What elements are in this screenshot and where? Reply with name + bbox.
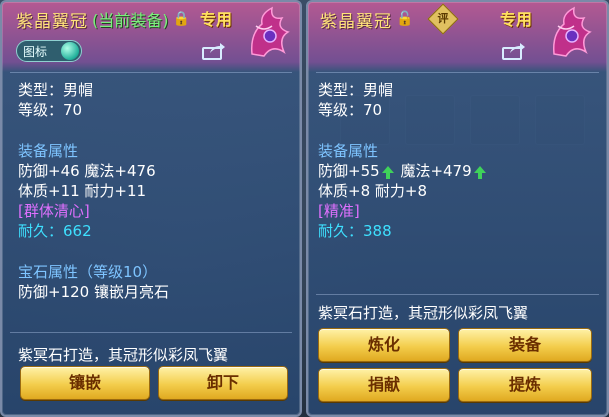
gem-line: 防御+120 镶嵌月亮石 xyxy=(18,283,169,301)
appraise-badge-text: 评 xyxy=(437,12,449,25)
attr-line: 体质+11 耐力+11 xyxy=(18,182,147,200)
item-title: 紫晶翼冠 xyxy=(320,11,392,32)
appraise-badge-icon[interactable]: 评 xyxy=(427,3,459,35)
item-stats: 类型：男帽 等级：70 xyxy=(318,80,393,120)
increase-arrow-icon xyxy=(381,166,394,179)
exclusive-label: 专用 xyxy=(500,10,533,29)
toggle-label: 图标 xyxy=(23,44,48,59)
equip-button[interactable]: 装备 xyxy=(458,328,592,362)
inlay-button[interactable]: 镶嵌 xyxy=(20,366,150,400)
icon-toggle[interactable]: 图标 xyxy=(16,40,82,62)
magic-value: 魔法+479 xyxy=(400,162,472,180)
item-title: 紫晶翼冠 xyxy=(16,11,88,32)
equip-attr-header: 装备属性 xyxy=(18,142,79,160)
attr-line: 防御+55 魔法+479 xyxy=(318,161,488,181)
lock-icon: 🔒 xyxy=(172,11,190,27)
current-equipped-note: (当前装备) xyxy=(92,11,169,30)
item-description: 紫冥石打造，其冠形似彩凤飞翼 xyxy=(318,304,529,322)
divider xyxy=(316,294,599,295)
equip-attributes: 装备属性 防御+55 魔法+479 体质+8 耐力+8 [精准] 耐久：388 xyxy=(318,141,488,241)
type-line: 类型：男帽 xyxy=(318,81,394,99)
refine-button[interactable]: 炼化 xyxy=(318,328,450,362)
divider xyxy=(316,72,599,73)
durability-line: 耐久：388 xyxy=(318,222,392,240)
unequip-button[interactable]: 卸下 xyxy=(158,366,288,400)
attr-line: 防御+46 魔法+476 xyxy=(18,162,156,180)
defense-value: 防御+55 xyxy=(318,162,380,180)
winged-crown-icon xyxy=(552,6,592,57)
compare-item-tooltip: 紫晶翼冠 🔓 评 专用 类型：男帽 等级：70 装备属性 防御+55 魔法+47… xyxy=(306,0,609,417)
toggle-knob xyxy=(61,42,79,60)
special-skill: [群体清心] xyxy=(18,202,90,220)
share-icon[interactable] xyxy=(502,42,526,60)
exclusive-label: 专用 xyxy=(200,10,233,29)
share-icon[interactable] xyxy=(202,42,226,60)
winged-crown-icon xyxy=(250,6,290,57)
level-line: 等级：70 xyxy=(318,101,383,119)
title-row: 紫晶翼冠 (当前装备) 🔒 xyxy=(16,8,190,32)
level-line: 等级：70 xyxy=(18,101,83,119)
special-skill: [精准] xyxy=(318,202,360,220)
divider xyxy=(10,332,292,333)
extract-button[interactable]: 提炼 xyxy=(458,368,592,402)
divider xyxy=(10,72,292,73)
item-description: 紫冥石打造，其冠形似彩凤飞翼 xyxy=(18,346,229,364)
item-stats: 类型：男帽 等级：70 xyxy=(18,80,93,120)
title-row: 紫晶翼冠 🔓 xyxy=(320,8,414,32)
durability-line: 耐久：662 xyxy=(18,222,92,240)
type-line: 类型：男帽 xyxy=(18,81,94,99)
gem-attr-header: 宝石属性（等级10） xyxy=(18,263,158,281)
increase-arrow-icon xyxy=(473,166,486,179)
donate-button[interactable]: 捐献 xyxy=(318,368,450,402)
unlock-icon: 🔓 xyxy=(396,11,414,27)
attr-line: 体质+8 耐力+8 xyxy=(318,182,427,200)
equip-attributes: 装备属性 防御+46 魔法+476 体质+11 耐力+11 [群体清心] 耐久：… xyxy=(18,141,156,241)
equip-attr-header: 装备属性 xyxy=(318,142,379,160)
gem-attributes: 宝石属性（等级10） 防御+120 镶嵌月亮石 xyxy=(18,262,169,302)
equipped-item-tooltip: 紫晶翼冠 (当前装备) 🔒 专用 图标 类型：男帽 等级：70 装备属性 防御+… xyxy=(0,0,302,417)
